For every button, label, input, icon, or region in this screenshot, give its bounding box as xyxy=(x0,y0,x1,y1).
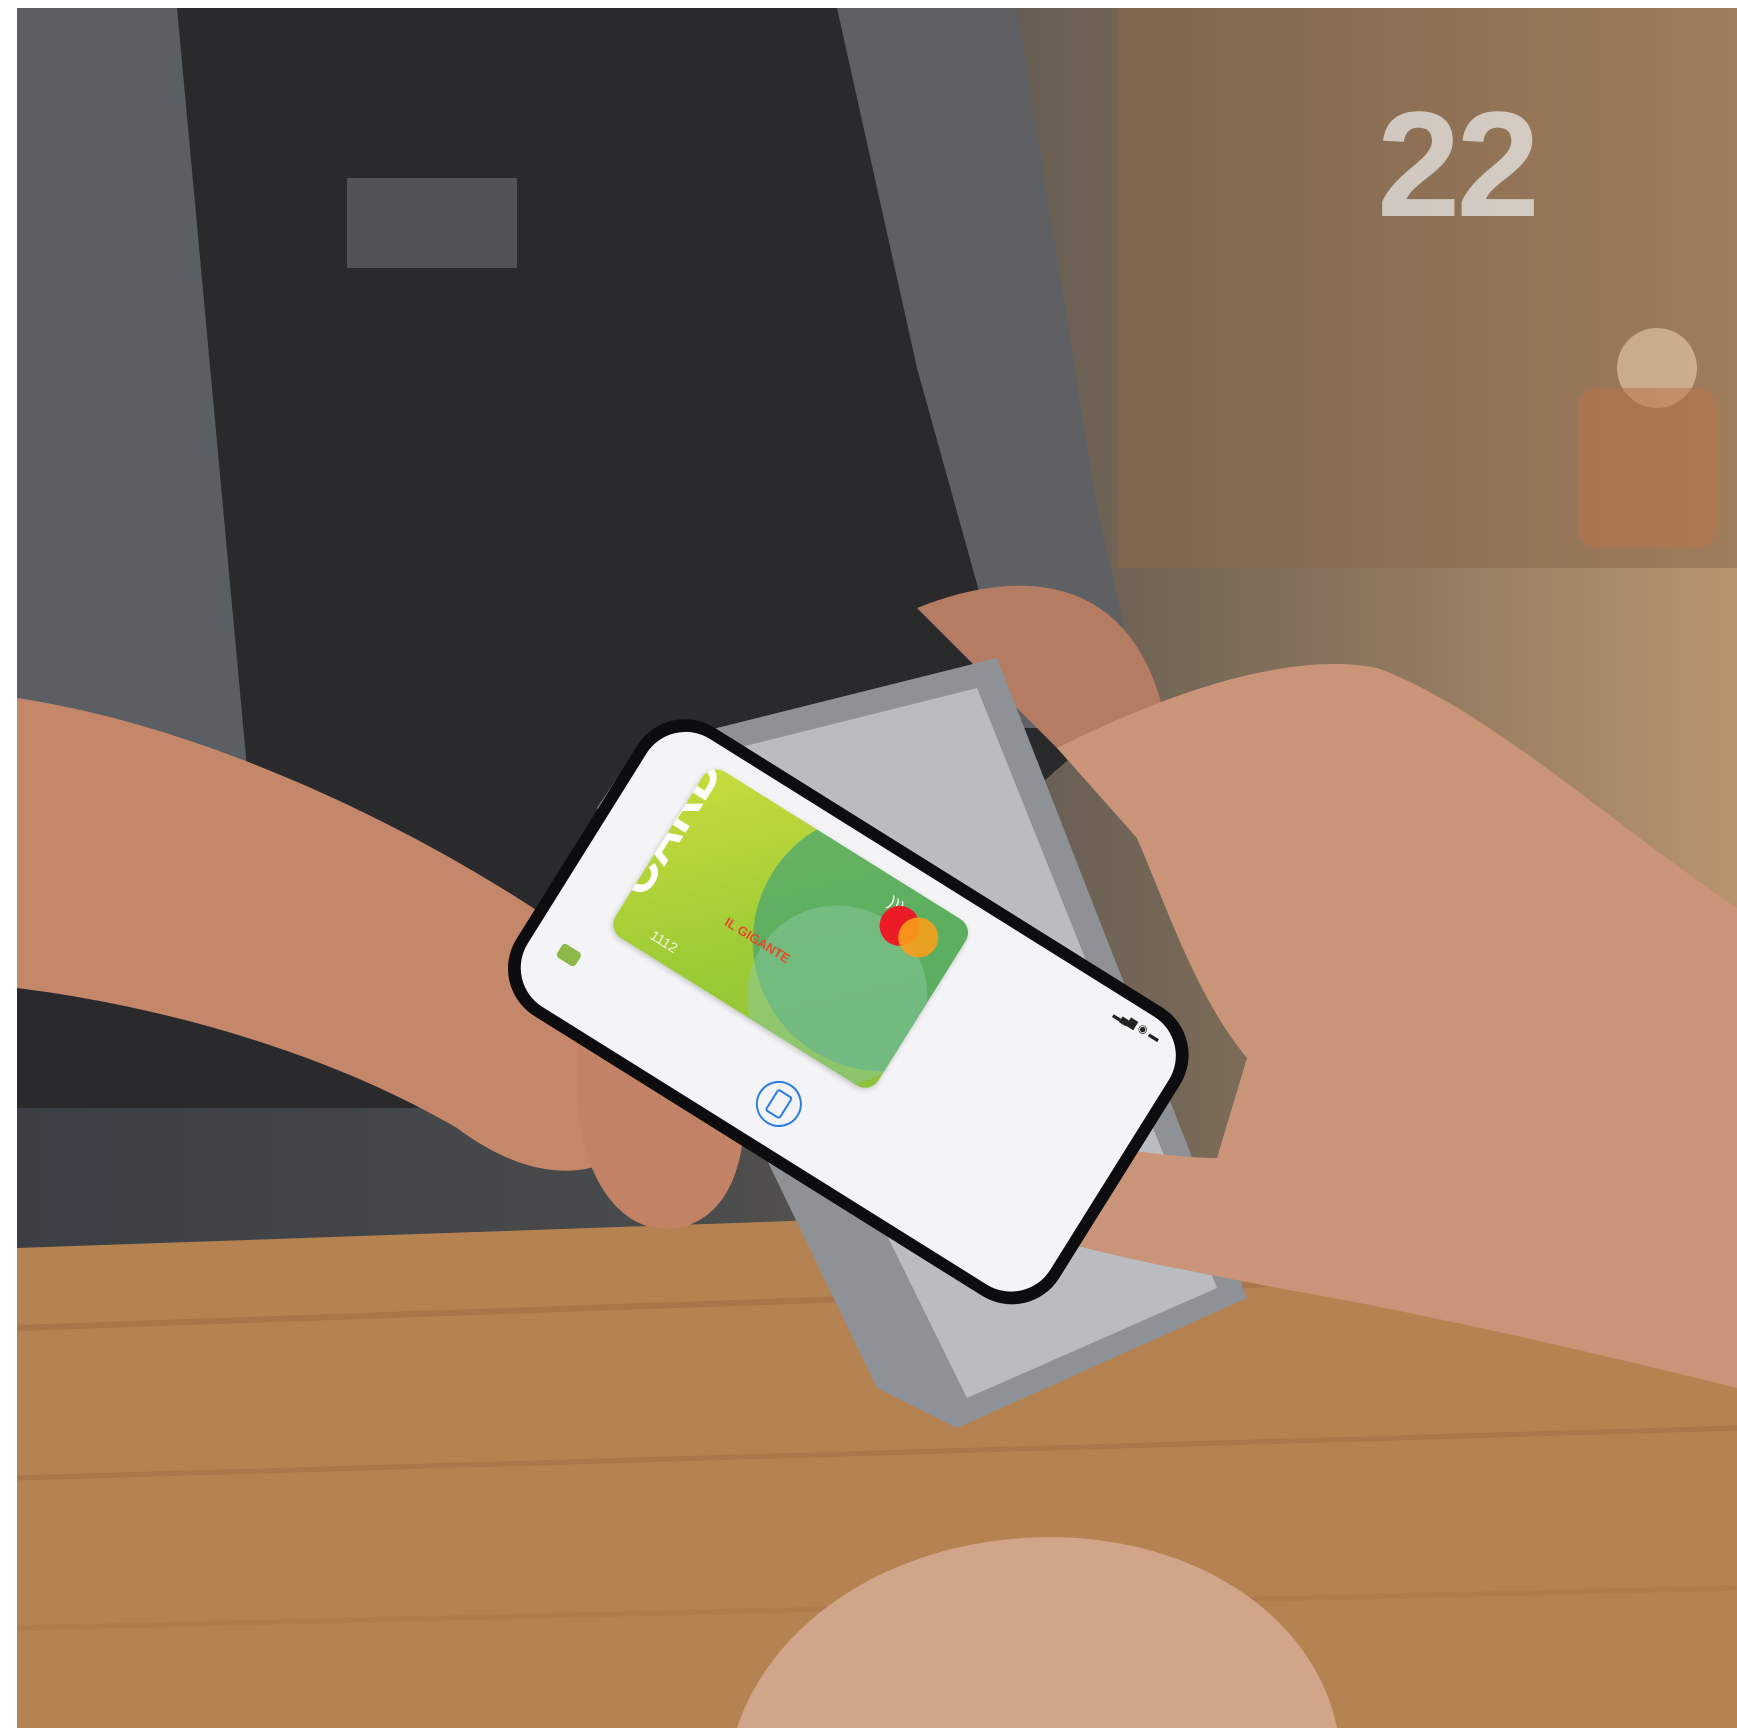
hold-near-reader-icon xyxy=(747,1072,811,1136)
wallet-icon xyxy=(555,942,583,968)
apron-label xyxy=(347,178,517,268)
background-bottle xyxy=(1577,388,1717,548)
photo-scene: 1 4 7 * ▂▄▆ ◉ ▬ ))) GIFT CARD IL GIGANTE… xyxy=(17,8,1737,1728)
card-digits: 1112 xyxy=(647,926,681,956)
status-bar-icons: ▂▄▆ ◉ ▬ xyxy=(1111,1007,1162,1045)
corner-number: 22 xyxy=(1377,80,1540,248)
